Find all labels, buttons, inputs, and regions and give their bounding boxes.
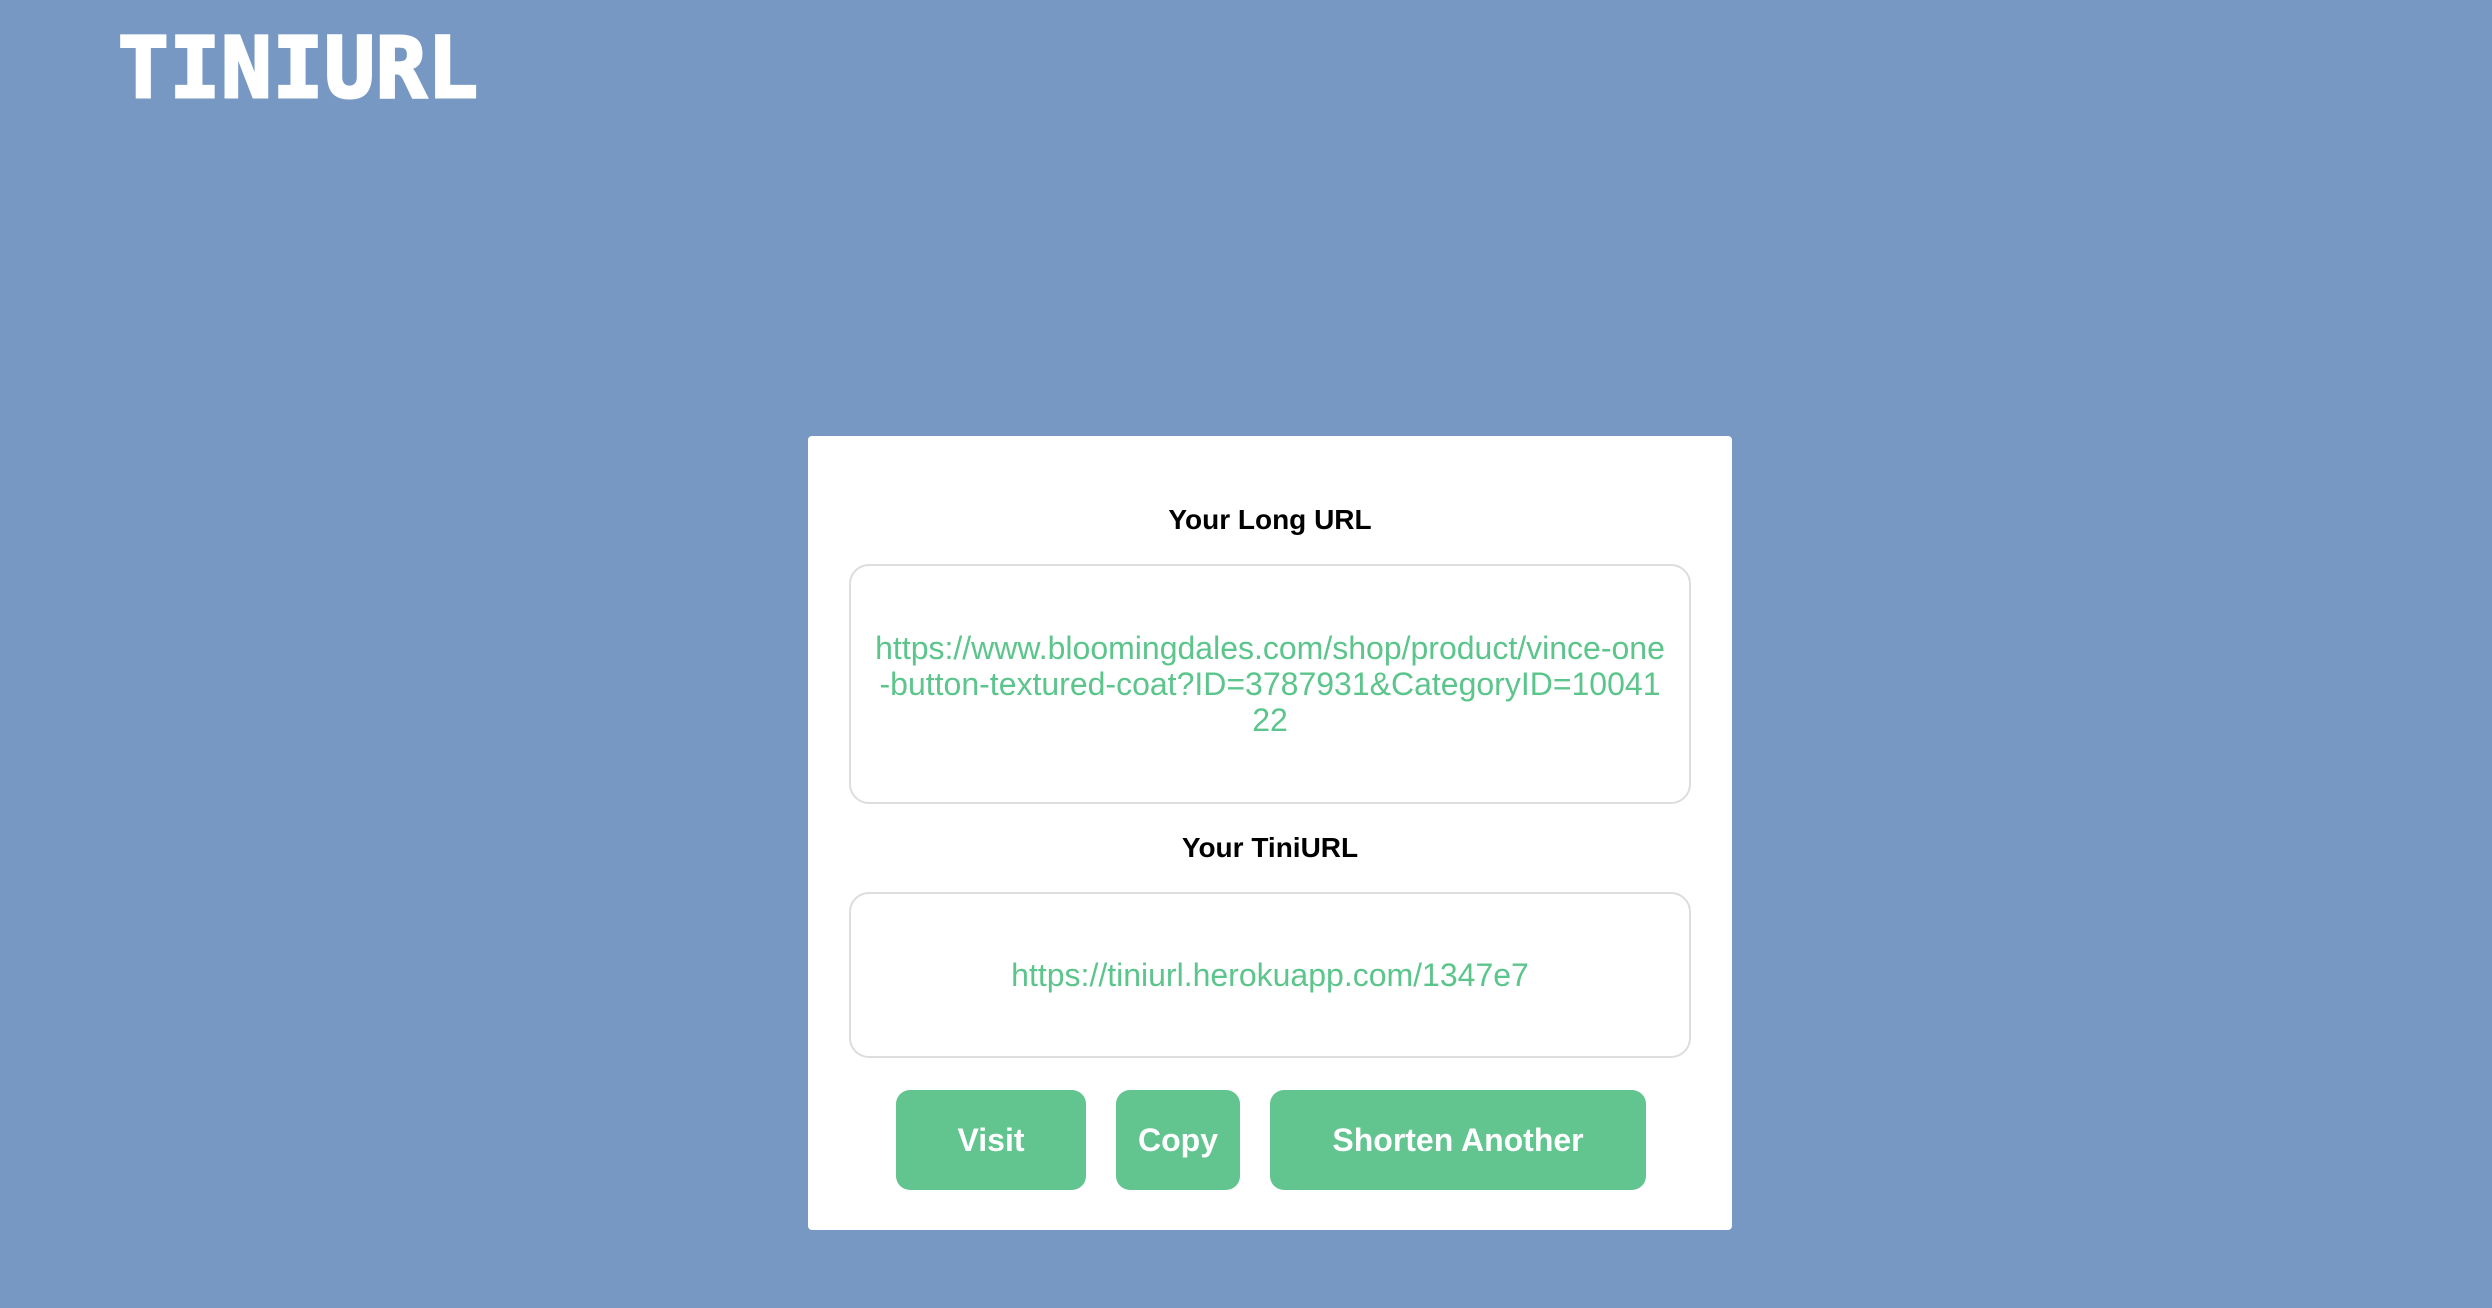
tini-url-box: https://tiniurl.herokuapp.com/1347e7 [849,892,1691,1058]
long-url-label: Your Long URL [1168,504,1372,535]
long-url-box: https://www.bloomingdales.com/shop/produ… [849,564,1691,804]
tini-url-text: https://tiniurl.herokuapp.com/1347e7 [1011,957,1529,993]
tiniurl-logo[interactable]: TINIURL [116,25,479,112]
copy-button[interactable]: Copy [1116,1090,1240,1190]
visit-button[interactable]: Visit [896,1090,1086,1190]
result-card: Your Long URL https://www.bloomingdales.… [808,436,1732,1230]
long-url-text: https://www.bloomingdales.com/shop/produ… [875,630,1665,738]
tini-url-label: Your TiniURL [1181,832,1359,863]
shorten-another-button[interactable]: Shorten Another [1270,1090,1646,1190]
